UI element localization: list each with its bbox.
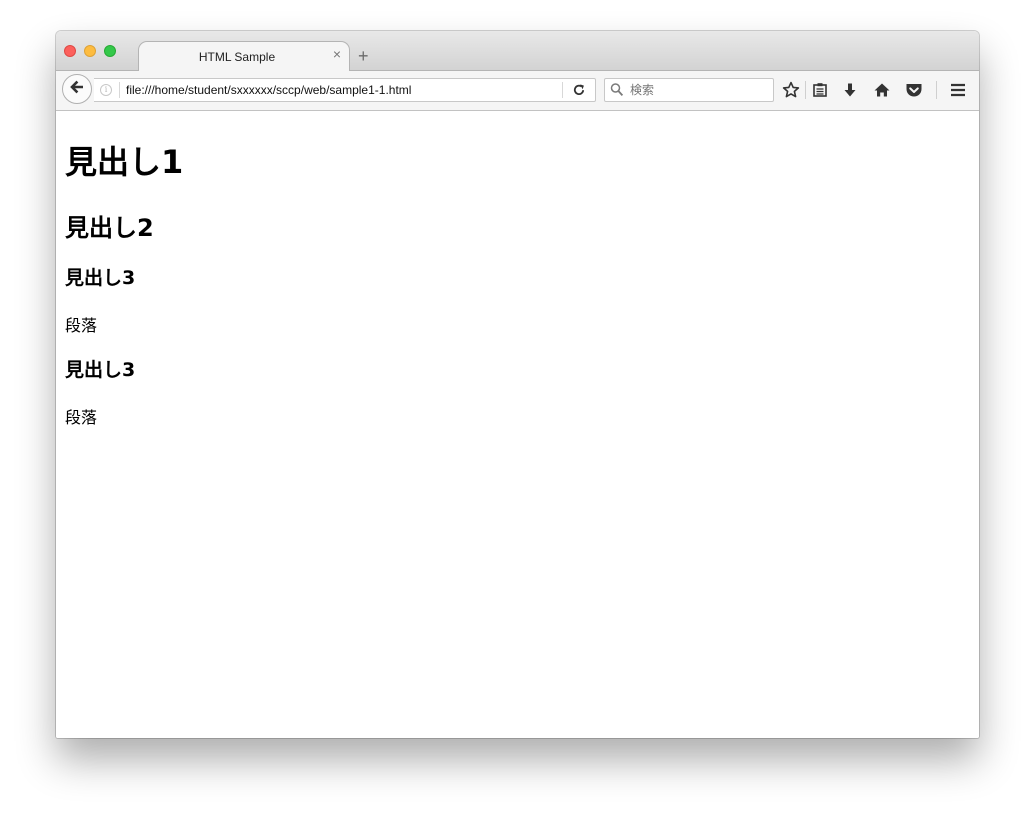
page-content: 見出し1 見出し2 見出し3 段落 見出し3 段落 xyxy=(56,111,979,738)
address-bar[interactable]: i file:///home/student/sxxxxxx/sccp/web/… xyxy=(94,78,596,102)
info-icon[interactable]: i xyxy=(100,84,112,96)
menu-icon[interactable] xyxy=(947,79,969,101)
search-input[interactable] xyxy=(630,83,770,97)
download-icon[interactable] xyxy=(839,79,861,101)
new-tab-button[interactable]: + xyxy=(358,47,369,65)
search-bar[interactable] xyxy=(604,78,774,102)
heading-3: 見出し3 xyxy=(65,359,136,381)
heading-1: 見出し1 xyxy=(65,143,184,181)
url-separator xyxy=(119,82,120,98)
bookmark-star-icon[interactable] xyxy=(780,79,802,101)
reload-icon[interactable] xyxy=(568,80,590,100)
heading-3: 見出し3 xyxy=(65,267,136,289)
close-window-button[interactable] xyxy=(64,45,76,57)
navigation-toolbar: i file:///home/student/sxxxxxx/sccp/web/… xyxy=(56,71,979,111)
pocket-icon[interactable] xyxy=(903,79,925,101)
url-separator xyxy=(562,82,563,98)
browser-window: HTML Sample × + i file:///home/student/s… xyxy=(56,31,979,738)
tab-close-icon[interactable]: × xyxy=(333,47,341,61)
reading-list-icon[interactable] xyxy=(809,79,831,101)
back-button[interactable] xyxy=(62,74,92,104)
toolbar-separator xyxy=(805,81,806,99)
toolbar-separator xyxy=(936,81,937,99)
url-text[interactable]: file:///home/student/sxxxxxx/sccp/web/sa… xyxy=(126,83,411,97)
paragraph: 段落 xyxy=(65,408,98,427)
tab-title: HTML Sample xyxy=(198,50,276,64)
title-bar: HTML Sample × + xyxy=(56,31,979,72)
paragraph: 段落 xyxy=(65,316,98,335)
minimize-window-button[interactable] xyxy=(84,45,96,57)
back-arrow-icon xyxy=(69,79,85,100)
heading-2: 見出し2 xyxy=(65,214,154,242)
home-icon[interactable] xyxy=(871,79,893,101)
maximize-window-button[interactable] xyxy=(104,45,116,57)
tab-html-sample[interactable]: HTML Sample × xyxy=(138,41,350,72)
search-icon xyxy=(610,82,624,103)
